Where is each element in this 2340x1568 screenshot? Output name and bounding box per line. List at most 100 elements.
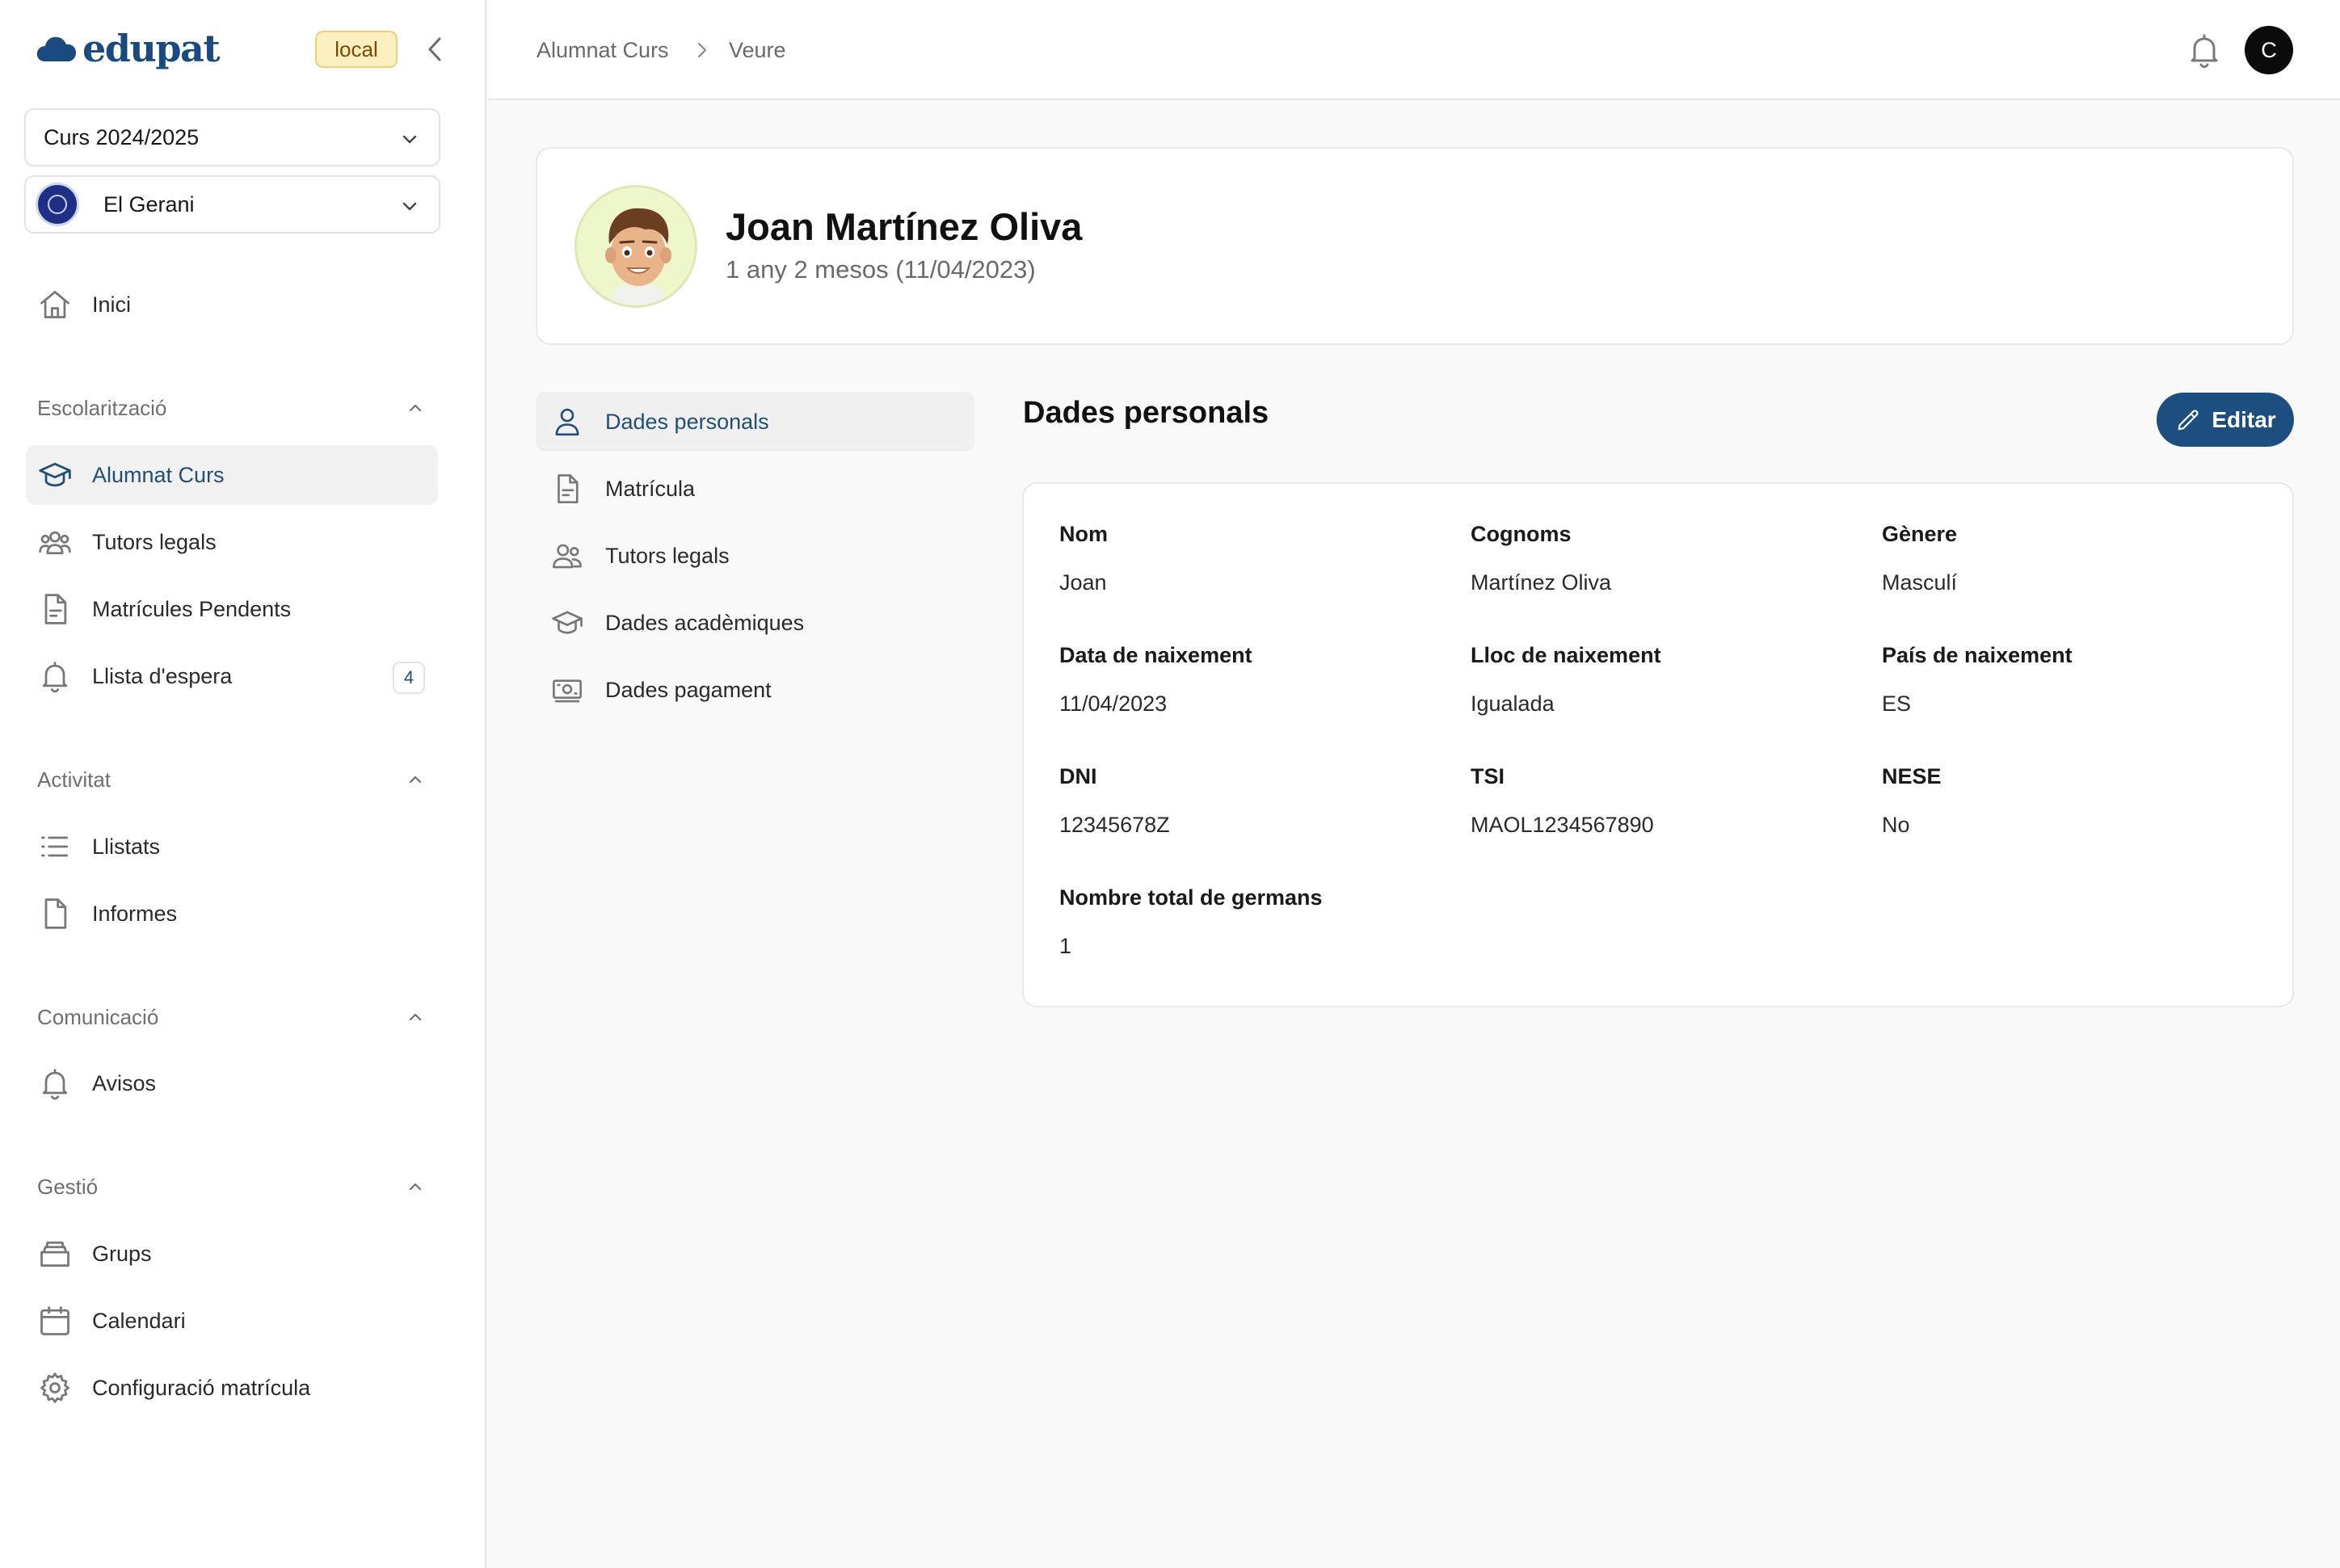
school-logo [36,183,79,226]
sidebar-item-llista-espera[interactable]: Llista d'espera 4 [26,646,438,706]
chevron-up-icon [409,1183,422,1191]
sidebar: edupat local Curs 2024/2025 El Gerani In… [0,0,486,1568]
field-nombre-germans: Nombre total de germans 1 [1059,883,1447,961]
tab-label: Tutors legals [605,543,730,568]
collapse-sidebar-button[interactable] [420,32,449,66]
banknote-icon [553,679,582,703]
tab-matricula[interactable]: Matrícula [536,459,974,519]
sidebar-item-informes[interactable]: Informes [26,884,438,944]
sidebar-item-label: Alumnat Curs [92,462,225,487]
section-escolaritzacio[interactable]: Escolarització [37,392,425,424]
sidebar-item-tutors-legals[interactable]: Tutors legals [26,512,438,572]
sidebar-item-inici[interactable]: Inici [26,275,438,334]
field-label: Gènere [1882,522,1958,546]
document-icon [558,474,579,503]
archive-icon [40,1241,69,1267]
course-select[interactable]: Curs 2024/2025 [24,108,440,166]
chevron-left-icon [428,37,441,61]
document-icon [44,594,67,624]
sidebar-item-avisos[interactable]: Avisos [26,1053,438,1113]
field-pais-naixement: País de naixement ES [1882,641,2270,718]
field-value: Joan [1059,570,1107,595]
logo-text: edupat [82,27,221,70]
sidebar-item-label: Inici [92,292,132,317]
chevron-right-icon [697,42,707,58]
sidebar-item-label: Grups [92,1241,152,1266]
breadcrumb-item-alumnat-curs[interactable]: Alumnat Curs [537,36,669,65]
field-label: Data de naixement [1059,643,1252,667]
section-title: Escolarització [37,395,167,420]
field-value: No [1882,813,1910,837]
tab-label: Dades personals [605,409,769,434]
count-badge: 4 [393,662,425,694]
sidebar-item-matricules-pendents[interactable]: Matrícules Pendents [26,579,438,639]
sidebar-item-label: Matrícules Pendents [92,596,292,621]
field-label: Nom [1059,522,1108,546]
home-icon [40,291,69,318]
file-icon [44,898,67,929]
tab-dades-personals[interactable]: Dades personals [536,392,974,452]
field-label: Nombre total de germans [1059,885,1323,910]
sidebar-item-alumnat-curs[interactable]: Alumnat Curs [26,445,438,505]
tab-dades-academiques[interactable]: Dades acadèmiques [536,593,974,653]
tab-tutors-legals[interactable]: Tutors legals [536,526,974,586]
field-value: Masculí [1882,570,1958,595]
personal-data-card: Nom Joan Cognoms Martínez Oliva Gènere M… [1022,482,2294,1007]
sidebar-item-label: Llista d'espera [92,663,233,688]
field-lloc-naixement: Lloc de naixement Igualada [1471,641,1858,718]
breadcrumb-item-veure: Veure [729,38,786,62]
sidebar-item-grups[interactable]: Grups [26,1224,438,1284]
school-select[interactable]: El Gerani [24,175,440,233]
student-age: 1 any 2 mesos (11/04/2023) [726,255,1036,284]
section-title: Activitat [37,767,112,792]
calendar-icon [40,1306,69,1335]
gear-icon [40,1373,69,1403]
chevron-up-icon [409,776,422,784]
tab-label: Dades acadèmiques [605,610,805,635]
field-label: Cognoms [1471,522,1572,546]
course-select-value: Curs 2024/2025 [44,124,200,149]
edit-button[interactable]: Editar [2157,393,2294,447]
top-bar: Alumnat Curs Veure C [488,0,2340,100]
sidebar-item-label: Avisos [92,1070,157,1095]
field-data-naixement: Data de naixement 11/04/2023 [1059,641,1447,718]
section-gestio[interactable]: Gestió [37,1171,425,1203]
field-genere: Gènere Masculí [1882,519,2270,597]
tab-label: Dades pagament [605,677,772,702]
field-value: ES [1882,692,1912,716]
student-avatar [574,185,697,308]
chevron-down-icon [402,202,417,211]
section-title: Comunicació [37,1004,159,1029]
field-dni: DNI 12345678Z [1059,762,1447,839]
graduation-cap-icon [552,611,583,634]
field-cognoms: Cognoms Martínez Oliva [1471,519,1858,597]
tab-label: Matrícula [605,476,696,501]
chevron-down-icon [402,135,417,144]
field-label: País de naixement [1882,643,2073,667]
field-value: 11/04/2023 [1059,692,1168,716]
tab-dades-pagament[interactable]: Dades pagament [536,660,974,720]
notifications-button[interactable] [2185,31,2224,69]
cloud-icon [36,36,76,61]
sidebar-item-label: Calendari [92,1308,186,1333]
field-label: TSI [1471,764,1505,788]
field-value: Martínez Oliva [1471,570,1612,595]
list-icon [41,836,69,857]
student-name: Joan Martínez Oliva [726,205,1083,248]
sidebar-item-llistats[interactable]: Llistats [26,817,438,876]
app-logo[interactable]: edupat [36,24,221,73]
sidebar-item-label: Llistats [92,834,161,859]
field-label: NESE [1882,764,1942,788]
field-value: 12345678Z [1059,813,1170,837]
users-icon [39,531,71,555]
field-value: MAOL1234567890 [1471,813,1654,837]
sidebar-item-calendari[interactable]: Calendari [26,1291,438,1351]
section-title: Dades personals [1023,396,1269,430]
user-avatar[interactable]: C [2245,26,2293,74]
section-activitat[interactable]: Activitat [37,763,425,796]
field-label: Lloc de naixement [1471,643,1661,667]
sidebar-item-configuracio-matricula[interactable]: Configuració matrícula [26,1358,438,1418]
section-comunicacio[interactable]: Comunicació [37,1001,425,1033]
environment-badge: local [315,31,398,68]
field-nese: NESE No [1882,762,2270,839]
